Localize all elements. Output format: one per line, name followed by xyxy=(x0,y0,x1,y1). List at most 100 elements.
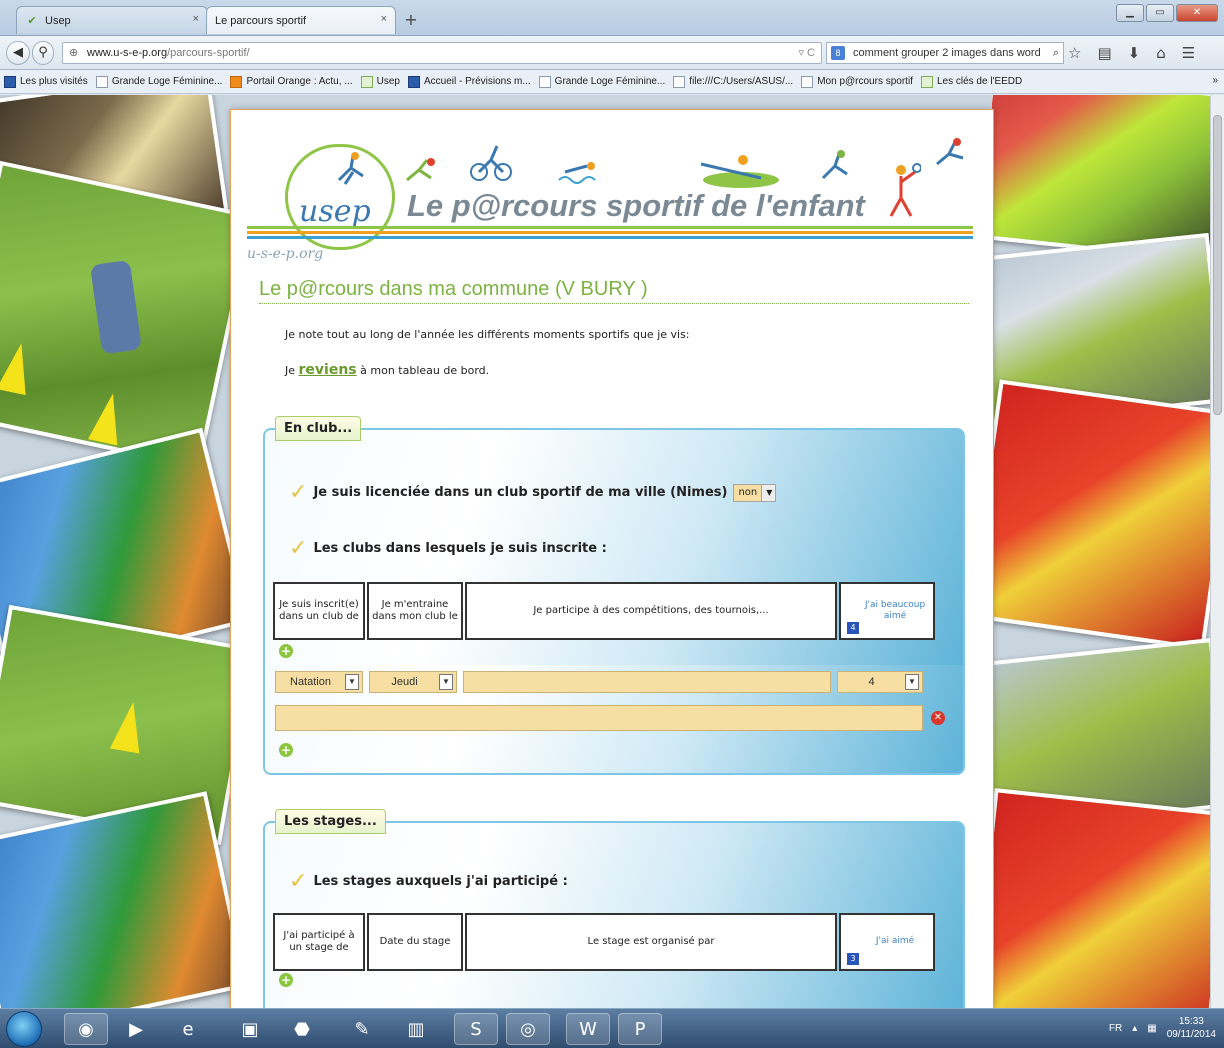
add-stage-icon[interactable]: + xyxy=(279,973,293,987)
logo-text: usep xyxy=(299,194,371,229)
window-controls: ▁ ▭ ✕ xyxy=(1116,4,1218,22)
scrollbar-thumb[interactable] xyxy=(1213,115,1222,415)
new-tab-button[interactable]: + xyxy=(398,10,424,32)
word-icon[interactable]: W xyxy=(566,1013,610,1045)
column-header: Date du stage xyxy=(367,913,463,971)
bookmarks-bar: Les plus visités Grande Loge Féminine...… xyxy=(0,70,1224,94)
tab-label: Usep xyxy=(45,14,71,27)
menu-icon[interactable]: ☰ xyxy=(1182,44,1195,62)
media-center-icon[interactable]: ◎ xyxy=(506,1013,550,1045)
reviens-link[interactable]: reviens xyxy=(299,362,357,378)
bookmark-item[interactable]: Grande Loge Féminine... xyxy=(538,75,665,88)
club-license-question: ✓ Je suis licenciée dans un club sportif… xyxy=(289,480,777,505)
weather-icon xyxy=(407,75,420,88)
tab-usep[interactable]: ✔ Usep × xyxy=(16,6,208,34)
day-select[interactable]: Jeudi ▼ xyxy=(369,671,457,693)
chevron-down-icon: ▼ xyxy=(439,674,453,690)
reading-list-icon[interactable]: ▤ xyxy=(1097,44,1111,62)
column-header: Le stage est organisé par xyxy=(465,913,837,971)
column-header: Je suis inscrit(e) dans un club de xyxy=(273,582,365,640)
usep-icon xyxy=(360,75,373,88)
tray-arrow-icon[interactable]: ▴ xyxy=(1132,1023,1137,1034)
add-club-icon[interactable]: + xyxy=(279,644,293,658)
minimize-button[interactable]: ▁ xyxy=(1116,4,1144,22)
archive-icon[interactable]: ▥ xyxy=(394,1013,438,1045)
bookmark-item[interactable]: Grande Loge Féminine... xyxy=(95,75,222,88)
bookmark-item[interactable]: Accueil - Prévisions m... xyxy=(407,75,531,88)
close-window-button[interactable]: ✕ xyxy=(1176,4,1218,22)
maximize-button[interactable]: ▭ xyxy=(1146,4,1174,22)
photo-child-running xyxy=(0,160,232,470)
paint-icon[interactable]: ✎ xyxy=(340,1013,384,1045)
bookmark-item[interactable]: Mon p@rcours sportif xyxy=(801,75,913,88)
photo-red-shirts-2 xyxy=(992,788,1210,1008)
sport-select[interactable]: Natation ▼ xyxy=(275,671,363,693)
clock[interactable]: 15:33 09/11/2014 xyxy=(1167,1015,1216,1041)
search-text: comment grouper 2 images dans word xyxy=(853,47,1041,59)
header-subtitle: u-s-e-p.org xyxy=(247,246,324,262)
like-badge: 4 xyxy=(847,622,859,634)
column-header: Je participe à des compétitions, des tou… xyxy=(465,582,837,640)
page-icon xyxy=(801,75,814,88)
column-header-like: J'ai beaucoup aimé 4 xyxy=(839,582,935,640)
club-section-title: En club... xyxy=(275,416,362,441)
page-icon xyxy=(673,75,686,88)
intro-return-text: Je reviens à mon tableau de bord. xyxy=(285,362,490,378)
page-heading: Le p@rcours dans ma commune (V BURY ) xyxy=(259,278,969,304)
identity-icon[interactable]: ⚲ xyxy=(32,41,54,65)
firefox-icon[interactable]: ◉ xyxy=(64,1013,108,1045)
rating-select[interactable]: 4 ▼ xyxy=(837,671,923,693)
photo-kids-group-2 xyxy=(0,791,232,1008)
header-stripes xyxy=(247,226,973,241)
bookmark-item[interactable]: Les plus visités xyxy=(4,75,88,88)
skater-icon xyxy=(936,138,964,166)
page-scrollbar[interactable] xyxy=(1210,95,1224,1008)
license-select[interactable]: non ▼ xyxy=(733,483,777,502)
left-photo-collage xyxy=(0,95,232,1008)
media-player-icon[interactable]: ▶ xyxy=(114,1013,158,1045)
search-icon[interactable]: ⌕ xyxy=(1053,43,1059,63)
tab-close-icon[interactable]: × xyxy=(193,13,199,25)
page-viewport: usep Le p@rcours sportif de l'enfant u-s… xyxy=(0,95,1224,1008)
checkmark-icon: ✓ xyxy=(289,869,308,894)
navigation-bar: ◀ ⚲ ⊕ www.u-s-e-p.org/parcours-sportif/ … xyxy=(0,36,1224,70)
search-input[interactable]: 8 comment grouper 2 images dans word ⌕ xyxy=(826,42,1064,64)
file-explorer-icon[interactable]: ▣ xyxy=(228,1013,272,1045)
tab-close-icon[interactable]: × xyxy=(381,13,387,25)
bookmark-item[interactable]: Les clés de l'EEDD xyxy=(920,75,1022,88)
toolbar-icons: ☆ ▤ ⬇ ⌂ ☰ xyxy=(1068,44,1195,62)
bookmark-item[interactable]: Portail Orange : Actu, ... xyxy=(230,75,353,88)
delete-row-icon[interactable]: ✕ xyxy=(931,711,945,725)
usep-icon xyxy=(920,75,933,88)
right-photo-collage xyxy=(992,95,1210,1008)
competitions-textarea[interactable] xyxy=(463,671,831,693)
bookmark-item[interactable]: Usep xyxy=(360,75,400,88)
language-indicator[interactable]: FR xyxy=(1109,1023,1122,1034)
stages-question: ✓ Les stages auxquels j'ai participé : xyxy=(289,869,568,894)
column-header-like: J'ai aimé 3 xyxy=(839,913,935,971)
like-badge: 3 xyxy=(847,953,859,965)
runner-icon xyxy=(337,152,364,185)
internet-explorer-icon[interactable]: e xyxy=(166,1013,210,1045)
bookmark-item[interactable]: file:///C:/Users/ASUS/... xyxy=(673,75,793,88)
add-club-row-icon[interactable]: + xyxy=(279,743,293,757)
comment-textarea[interactable] xyxy=(275,705,923,731)
kayak-icon xyxy=(700,155,779,188)
start-button[interactable] xyxy=(6,1011,42,1047)
globe-icon: ⊕ xyxy=(69,47,79,59)
url-bar[interactable]: ⊕ www.u-s-e-p.org/parcours-sportif/ ▿ C xyxy=(62,42,822,64)
download-icon[interactable]: ⬇ xyxy=(1128,44,1141,62)
bookmark-star-icon[interactable]: ☆ xyxy=(1068,44,1081,62)
tab-parcours-sportif[interactable]: Le parcours sportif × xyxy=(206,6,396,34)
clubs-list-question: ✓ Les clubs dans lesquels je suis inscri… xyxy=(289,536,607,561)
skype-icon[interactable]: S xyxy=(454,1013,498,1045)
swimmer-icon xyxy=(558,162,596,184)
network-icon[interactable]: ▦ xyxy=(1147,1023,1156,1034)
app-icon[interactable]: ⬣ xyxy=(280,1013,324,1045)
powerpoint-icon[interactable]: P xyxy=(618,1013,662,1045)
home-icon[interactable]: ⌂ xyxy=(1156,44,1166,62)
content-page-lower: Natation ▼ Jeudi ▼ 4 ▼ ✕ + Les stages... ✓ … xyxy=(230,665,994,1008)
reload-icon[interactable]: ▿ C xyxy=(798,43,815,63)
back-button[interactable]: ◀ xyxy=(6,41,30,65)
bookmarks-overflow-button[interactable]: » xyxy=(1212,75,1218,86)
